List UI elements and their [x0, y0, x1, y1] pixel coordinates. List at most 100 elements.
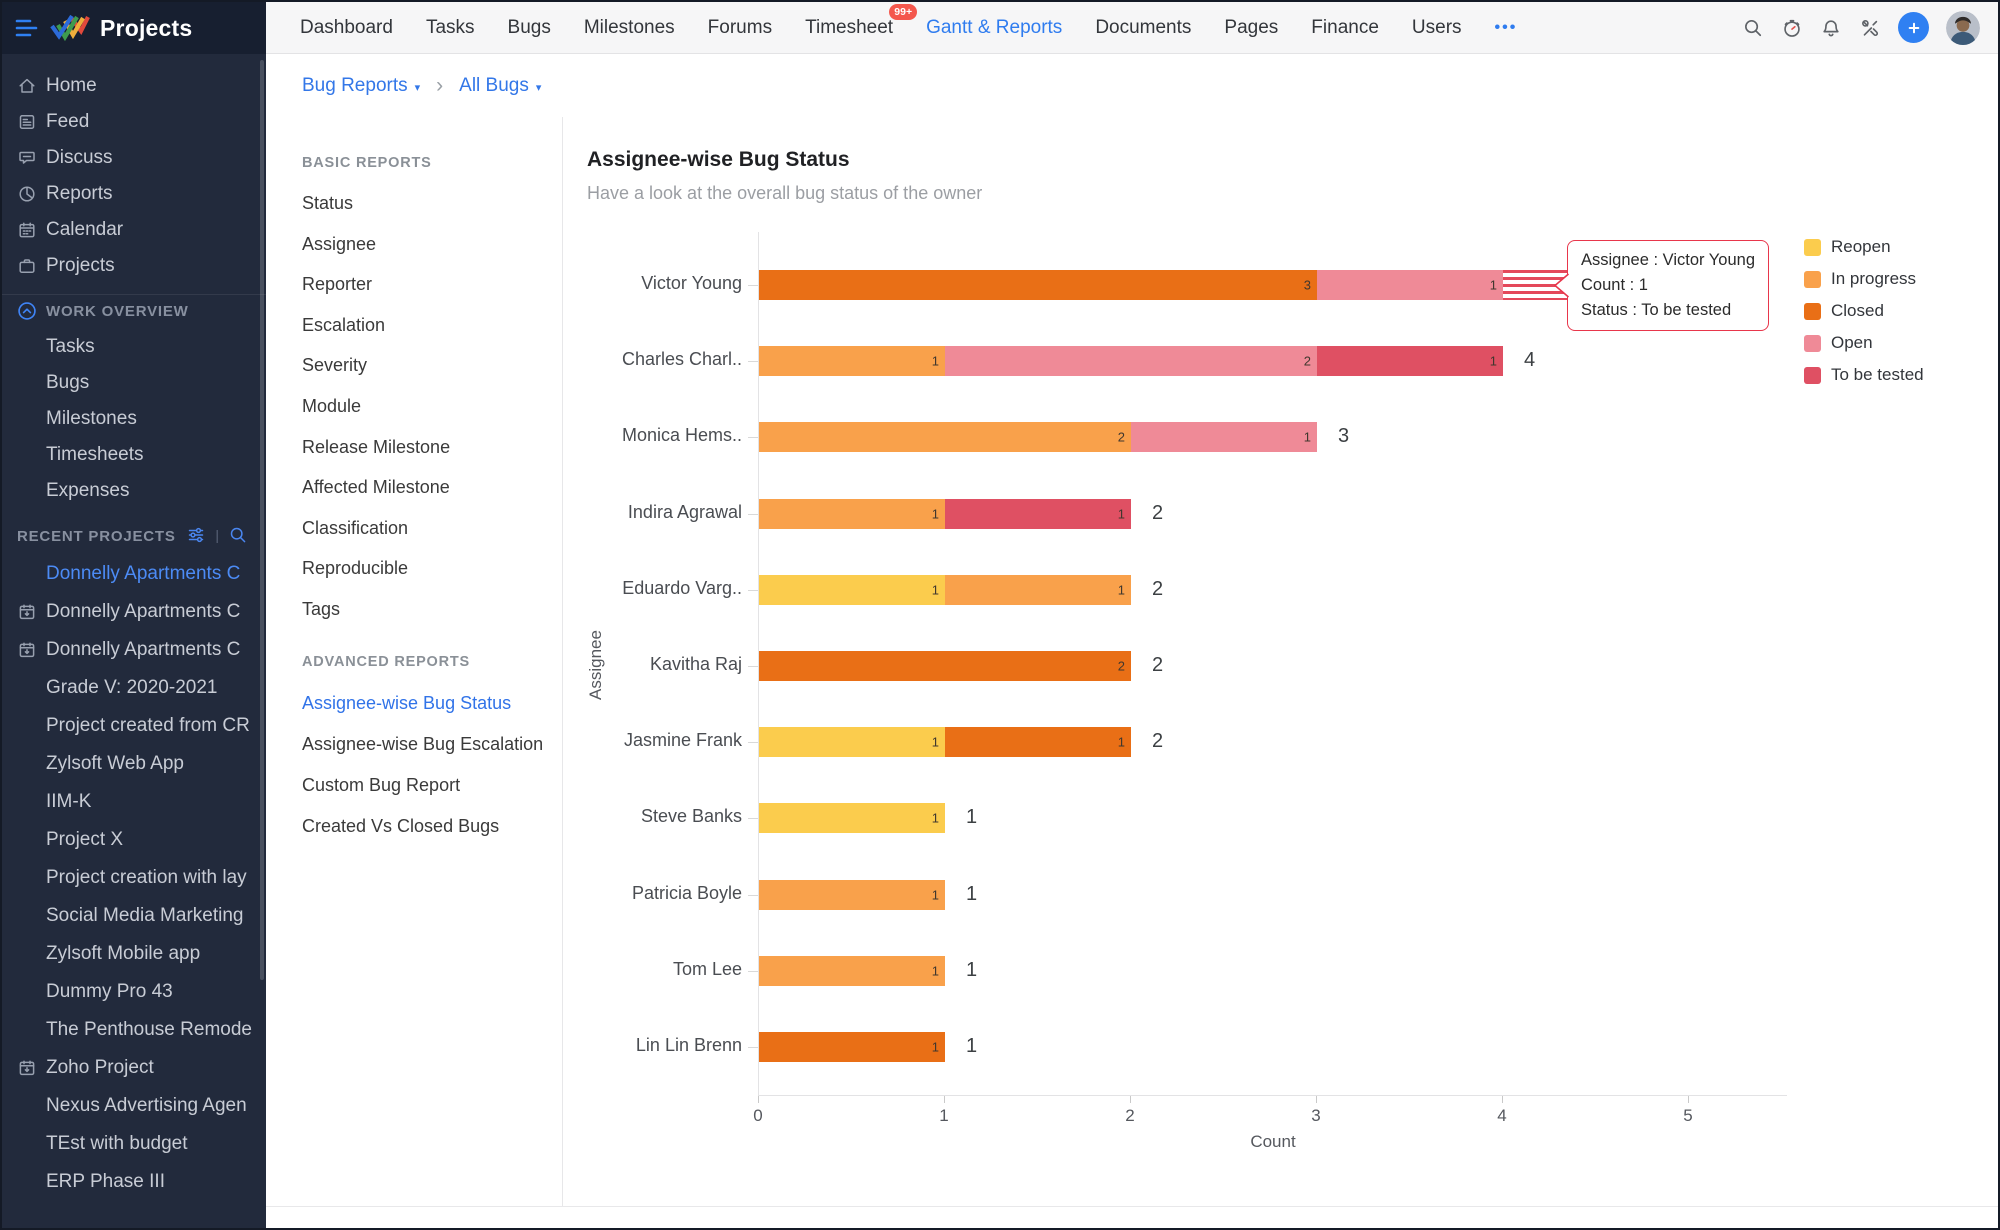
- sidebar-project-zylsoft-web-app[interactable]: Zylsoft Web App: [2, 750, 266, 778]
- sidebar-work-tasks[interactable]: Tasks: [2, 333, 266, 361]
- breadcrumb-level1-label: Bug Reports: [302, 75, 408, 97]
- report-item-escalation[interactable]: Escalation: [302, 315, 385, 336]
- nav-milestones[interactable]: Milestones: [584, 17, 675, 39]
- user-avatar[interactable]: [1946, 11, 1980, 45]
- timer-icon[interactable]: [1781, 17, 1803, 39]
- bar-segment-to-be-tested[interactable]: 1: [1317, 346, 1503, 376]
- sidebar-project-test-with-budget[interactable]: TEst with budget: [2, 1130, 266, 1158]
- report-item-status[interactable]: Status: [302, 193, 353, 214]
- breadcrumb-all-bugs[interactable]: All Bugs ▾: [459, 75, 541, 97]
- sidebar-project-social-media-marketing[interactable]: Social Media Marketing: [2, 902, 266, 930]
- legend-item-in-progress[interactable]: In progress: [1804, 269, 1924, 289]
- sidebar-project-iim-k[interactable]: IIM-K: [2, 788, 266, 816]
- tools-icon[interactable]: [1859, 17, 1881, 39]
- report-item-created-vs-closed-bugs[interactable]: Created Vs Closed Bugs: [302, 816, 499, 837]
- bar-segment-in-progress[interactable]: 1: [759, 499, 945, 529]
- sidebar-work-expenses[interactable]: Expenses: [2, 477, 266, 505]
- bar-segment-in-progress[interactable]: 1: [759, 346, 945, 376]
- sidebar-project-project-created-from-cr[interactable]: Project created from CR: [2, 712, 266, 740]
- sidebar-work-bugs[interactable]: Bugs: [2, 369, 266, 397]
- sidebar-project-grade-v-2020-2021[interactable]: Grade V: 2020-2021: [2, 674, 266, 702]
- hamburger-menu-icon[interactable]: [14, 17, 40, 39]
- nav-timesheet[interactable]: Timesheet99+: [805, 17, 893, 39]
- bar-segment-open[interactable]: 1: [1317, 270, 1503, 300]
- sidebar-work-timesheets[interactable]: Timesheets: [2, 441, 266, 469]
- bar-segment-reopen[interactable]: 1: [759, 727, 945, 757]
- work-overview-header[interactable]: WORK OVERVIEW: [46, 303, 189, 320]
- sidebar-project-nexus-advertising-agen[interactable]: Nexus Advertising Agen: [2, 1092, 266, 1120]
- sidebar-project-zoho-project[interactable]: Zoho Project: [2, 1054, 266, 1082]
- nav-documents[interactable]: Documents: [1095, 17, 1191, 39]
- tooltip-line: Assignee : Victor Young: [1581, 248, 1755, 273]
- report-item-module[interactable]: Module: [302, 396, 361, 417]
- nav-more-button[interactable]: •••: [1495, 19, 1518, 37]
- report-item-affected-milestone[interactable]: Affected Milestone: [302, 477, 450, 498]
- nav-dashboard[interactable]: Dashboard: [300, 17, 393, 39]
- bar-segment-in-progress[interactable]: 1: [945, 575, 1131, 605]
- nav-finance[interactable]: Finance: [1311, 17, 1379, 39]
- sidebar-project-donnelly-apartments-c[interactable]: Donnelly Apartments C: [2, 598, 266, 626]
- notifications-bell-icon[interactable]: [1820, 17, 1842, 39]
- legend-label: Reopen: [1831, 237, 1891, 257]
- report-item-reporter[interactable]: Reporter: [302, 274, 372, 295]
- x-axis-tickmark: [758, 1096, 759, 1103]
- breadcrumb-bug-reports[interactable]: Bug Reports ▾: [302, 75, 420, 97]
- search-icon[interactable]: [1742, 17, 1764, 39]
- segment-value-label: 2: [1118, 430, 1125, 445]
- sidebar-project-donnelly-apartments-c[interactable]: Donnelly Apartments C: [2, 636, 266, 664]
- bar-segment-reopen[interactable]: 1: [759, 575, 945, 605]
- add-plus-button[interactable]: [1898, 12, 1929, 43]
- sidebar-item-calendar[interactable]: Calendar: [2, 216, 266, 244]
- bar-segment-closed[interactable]: 3: [759, 270, 1317, 300]
- legend-item-reopen[interactable]: Reopen: [1804, 237, 1924, 257]
- legend-item-closed[interactable]: Closed: [1804, 301, 1924, 321]
- legend-item-to-be-tested[interactable]: To be tested: [1804, 365, 1924, 385]
- bar-segment-open[interactable]: 2: [945, 346, 1317, 376]
- report-item-severity[interactable]: Severity: [302, 355, 367, 376]
- bar-segment-open[interactable]: 1: [1131, 422, 1317, 452]
- report-item-reproducible[interactable]: Reproducible: [302, 558, 408, 579]
- x-axis-tick-label: 4: [1487, 1106, 1517, 1126]
- sidebar-item-home[interactable]: Home: [2, 72, 266, 100]
- sidebar-item-projects[interactable]: Projects: [2, 252, 266, 280]
- nav-pages[interactable]: Pages: [1224, 17, 1278, 39]
- header-tools-divider: |: [215, 527, 219, 543]
- sidebar-project-zylsoft-mobile-app[interactable]: Zylsoft Mobile app: [2, 940, 266, 968]
- search-icon[interactable]: [228, 525, 248, 545]
- nav-gantt-reports[interactable]: Gantt & Reports: [926, 17, 1062, 39]
- nav-users[interactable]: Users: [1412, 17, 1462, 39]
- bar-segment-reopen[interactable]: 1: [759, 803, 945, 833]
- sidebar-project-project-x[interactable]: Project X: [2, 826, 266, 854]
- report-item-assignee[interactable]: Assignee: [302, 234, 376, 255]
- bar-segment-closed[interactable]: 2: [759, 651, 1131, 681]
- filter-sliders-icon[interactable]: [186, 525, 206, 545]
- bar-segment-in-progress[interactable]: 2: [759, 422, 1131, 452]
- nav-forums[interactable]: Forums: [708, 17, 772, 39]
- sidebar-item-discuss[interactable]: Discuss: [2, 144, 266, 172]
- bar-segment-closed[interactable]: 1: [759, 1032, 945, 1062]
- report-item-assignee-wise-bug-status[interactable]: Assignee-wise Bug Status: [302, 693, 511, 714]
- sidebar-scrollbar[interactable]: [260, 60, 264, 980]
- sidebar-project-dummy-pro-43[interactable]: Dummy Pro 43: [2, 978, 266, 1006]
- report-item-classification[interactable]: Classification: [302, 518, 408, 539]
- nav-tasks[interactable]: Tasks: [426, 17, 475, 39]
- sidebar-work-milestones[interactable]: Milestones: [2, 405, 266, 433]
- bar-segment-in-progress[interactable]: 1: [759, 956, 945, 986]
- sidebar-project-project-creation-with-lay[interactable]: Project creation with lay: [2, 864, 266, 892]
- legend-item-open[interactable]: Open: [1804, 333, 1924, 353]
- report-item-assignee-wise-bug-escalation[interactable]: Assignee-wise Bug Escalation: [302, 734, 543, 755]
- nav-bugs[interactable]: Bugs: [508, 17, 551, 39]
- sidebar-item-reports[interactable]: Reports: [2, 180, 266, 208]
- sidebar-project-erp-phase-iii[interactable]: ERP Phase III: [2, 1168, 266, 1196]
- app-title: Projects: [100, 15, 192, 42]
- bar-segment-to-be-tested[interactable]: 1: [945, 499, 1131, 529]
- sidebar-project-donnelly-apartments-c[interactable]: Donnelly Apartments C: [2, 560, 266, 588]
- report-item-custom-bug-report[interactable]: Custom Bug Report: [302, 775, 460, 796]
- report-item-release-milestone[interactable]: Release Milestone: [302, 437, 450, 458]
- sidebar-project-the-penthouse-remode[interactable]: The Penthouse Remode: [2, 1016, 266, 1044]
- bar-segment-in-progress[interactable]: 1: [759, 880, 945, 910]
- segment-value-label: 1: [932, 582, 939, 597]
- report-item-tags[interactable]: Tags: [302, 599, 340, 620]
- sidebar-item-feed[interactable]: Feed: [2, 108, 266, 136]
- bar-segment-closed[interactable]: 1: [945, 727, 1131, 757]
